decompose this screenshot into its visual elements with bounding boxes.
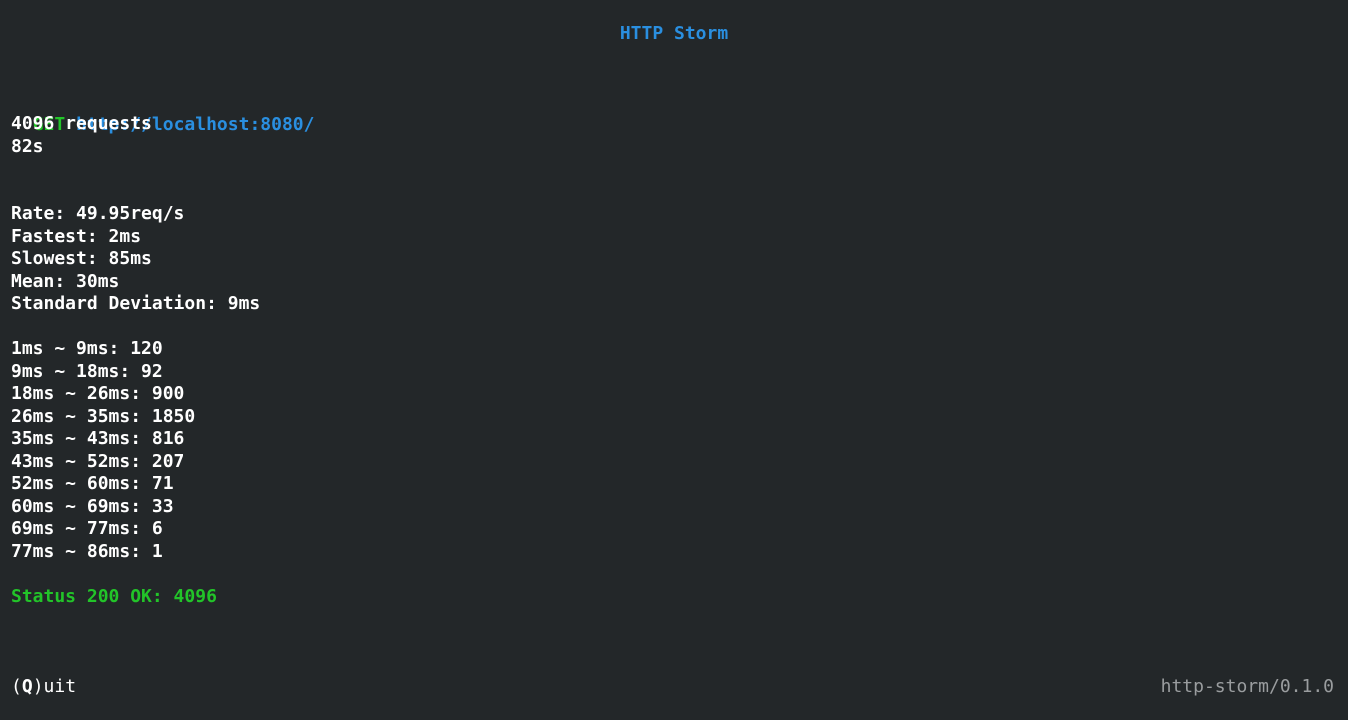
histogram-bucket: 18ms ~ 26ms: 900: [11, 383, 185, 404]
histogram-bucket: 60ms ~ 69ms: 33: [11, 495, 174, 517]
quit-key: Q: [21, 676, 33, 697]
histogram-bucket: 1ms ~ 9ms: 120: [11, 338, 163, 359]
histogram-bucket: 69ms ~ 77ms: 6: [11, 518, 163, 539]
request-duration: 82s: [11, 136, 44, 157]
stats-block: Rate: 49.95req/s Fastest: 2ms Slowest: 8…: [11, 203, 260, 316]
request-count: 4096 requests: [11, 113, 152, 134]
stat-mean: Mean: 30ms: [11, 270, 120, 292]
histogram-bucket: 43ms ~ 52ms: 207: [11, 450, 185, 472]
histogram-bucket: 35ms ~ 43ms: 816: [11, 428, 185, 449]
stat-std-dev: Standard Deviation: 9ms: [11, 293, 261, 314]
stat-slowest: Slowest: 85ms: [11, 248, 152, 269]
histogram-bucket: 9ms ~ 18ms: 92: [11, 360, 163, 382]
histogram-bucket: 26ms ~ 35ms: 1850: [11, 405, 196, 427]
quit-open-paren: (: [11, 676, 22, 697]
quit-shortcut[interactable]: (Q)uit: [11, 676, 76, 699]
status-summary: Status 200 OK: 4096: [11, 586, 217, 607]
stat-rate: Rate: 49.95req/s: [11, 203, 185, 224]
histogram-bucket: 52ms ~ 60ms: 71: [11, 473, 174, 494]
stat-fastest: Fastest: 2ms: [11, 225, 142, 247]
app-version: http-storm/0.1.0: [1160, 676, 1334, 697]
app-title: HTTP Storm: [619, 23, 729, 44]
latency-histogram: 1ms ~ 9ms: 120 9ms ~ 18ms: 92 18ms ~ 26m…: [11, 338, 195, 563]
quit-label-rest: )uit: [32, 676, 77, 697]
histogram-bucket: 77ms ~ 86ms: 1: [11, 540, 163, 562]
